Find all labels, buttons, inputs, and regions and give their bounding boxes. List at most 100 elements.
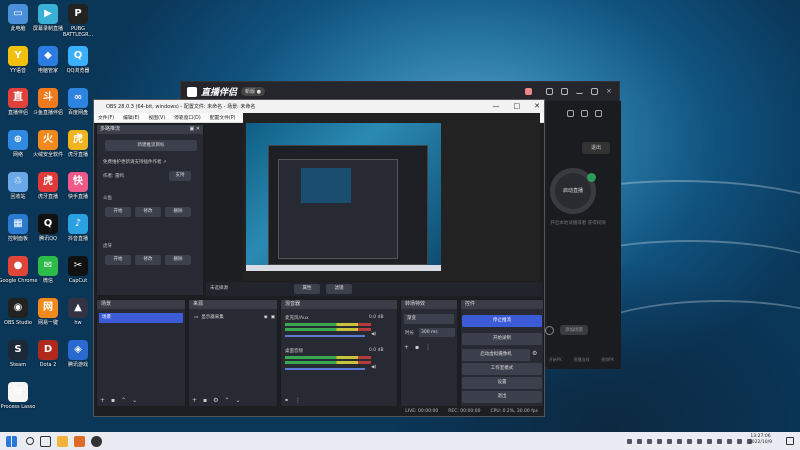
tray-icon[interactable] xyxy=(687,438,692,444)
transition-select[interactable]: 渐变 xyxy=(404,314,454,324)
scene-item[interactable]: 场景 xyxy=(99,313,183,323)
minimize-icon[interactable]: — xyxy=(493,100,500,113)
menu-edit[interactable]: 编辑(E) xyxy=(123,114,139,121)
avatar[interactable] xyxy=(525,88,532,95)
settings-gear-icon[interactable] xyxy=(545,325,554,335)
scenes-toolbar: + ▪ ⌃ ⌄ xyxy=(100,397,137,404)
desktop-icon[interactable]: 虎虎牙直播 xyxy=(58,130,98,158)
speaker-icon[interactable]: ◀) xyxy=(371,332,376,337)
task-view-icon[interactable] xyxy=(40,435,51,447)
menu-docks[interactable]: 停靠窗口(D) xyxy=(174,114,201,121)
group2-edit-button[interactable]: 修改 xyxy=(135,255,161,265)
eye-icon[interactable]: ◉ xyxy=(264,313,268,323)
live-tab-pk[interactable]: 开始PK xyxy=(549,357,562,363)
trash-icon[interactable]: ▪ xyxy=(111,397,115,404)
maximize-icon[interactable]: □ xyxy=(514,100,521,113)
gear-icon[interactable]: ⚙ xyxy=(213,397,218,404)
close-icon[interactable]: × xyxy=(606,88,613,95)
add-scene-button[interactable]: 添加场景 xyxy=(560,325,588,335)
gift-icon[interactable] xyxy=(594,110,602,117)
tray-icon[interactable] xyxy=(667,438,672,444)
message-icon[interactable] xyxy=(546,88,553,95)
mic-volume-slider[interactable] xyxy=(285,335,365,337)
group2-start-button[interactable]: 开始 xyxy=(105,255,131,265)
desktop-icon[interactable]: ♪ 抖音直播 xyxy=(58,214,98,242)
tray-icon[interactable] xyxy=(647,438,652,444)
window-icon[interactable] xyxy=(561,88,568,95)
start-virtual-camera-button[interactable]: 启动虚拟摄像机 xyxy=(462,349,530,361)
desktop-icon[interactable]: ◈ 腾讯游戏 xyxy=(58,340,98,368)
minimize-icon[interactable] xyxy=(576,90,583,94)
add-icon[interactable]: + xyxy=(404,344,409,351)
stop-streaming-button[interactable]: 停止推流 xyxy=(462,315,542,327)
link-icon[interactable]: ⚭ xyxy=(284,397,289,404)
more-icon[interactable]: ⋮ xyxy=(295,397,301,404)
search-icon[interactable] xyxy=(26,437,34,445)
dock-close-icon[interactable]: ▣ ✕ xyxy=(189,125,200,134)
filters-button[interactable]: 滤镜 xyxy=(326,284,352,294)
tray-icon[interactable] xyxy=(677,438,682,444)
app-icon: D xyxy=(38,340,58,360)
desktop-volume-slider[interactable] xyxy=(285,368,365,370)
desktop-icon[interactable]: ▲ hw xyxy=(58,298,98,326)
settings-button[interactable]: 设置 xyxy=(462,377,542,389)
start-live-button[interactable]: 启动直播 xyxy=(550,168,596,214)
group1-start-button[interactable]: 开始 xyxy=(105,207,131,217)
group2-delete-button[interactable]: 删除 xyxy=(165,255,191,265)
notification-icon[interactable] xyxy=(786,437,794,445)
add-icon[interactable]: + xyxy=(192,397,197,404)
more-icon[interactable]: ⋮ xyxy=(425,344,431,351)
desktop-icon[interactable]: Q QQ浏览器 xyxy=(58,46,98,74)
windows-start-icon[interactable] xyxy=(6,435,17,447)
exit-button[interactable]: 退出 xyxy=(462,391,542,403)
speaker-icon[interactable]: ◀) xyxy=(371,365,376,370)
menu-file[interactable]: 文件(F) xyxy=(98,114,114,121)
support-button[interactable]: 支持 xyxy=(169,171,191,181)
duration-input[interactable]: 300 ms xyxy=(419,328,455,337)
obs-taskbar-icon[interactable] xyxy=(91,435,102,447)
maximize-icon[interactable] xyxy=(591,88,598,95)
add-icon[interactable]: + xyxy=(100,397,105,404)
live-tab-connect[interactable]: 直播连线 xyxy=(573,357,589,363)
menu-profile[interactable]: 配置文件(P) xyxy=(210,114,236,121)
support-message[interactable]: 免费维护更新请支持插件作者 ↗ xyxy=(103,159,167,165)
tray-icon[interactable] xyxy=(727,438,732,444)
group1-edit-button[interactable]: 修改 xyxy=(135,207,161,217)
file-explorer-icon[interactable] xyxy=(57,435,68,447)
tray-icon[interactable] xyxy=(657,438,662,444)
desktop-icon[interactable]: ∞ 百度网盘 xyxy=(58,88,98,116)
up-icon[interactable]: ⌃ xyxy=(225,397,230,404)
desktop-icon[interactable]: ✂ CapCut xyxy=(58,256,98,284)
tray-icon[interactable] xyxy=(627,438,632,444)
share-icon[interactable] xyxy=(566,110,574,117)
down-icon[interactable]: ⌄ xyxy=(236,397,241,404)
start-recording-button[interactable]: 开始录制 xyxy=(462,333,542,345)
live-exit-button[interactable]: 退出 xyxy=(582,142,610,154)
studio-mode-button[interactable]: 工作室模式 xyxy=(462,363,542,375)
up-icon[interactable]: ⌃ xyxy=(121,397,126,404)
properties-button[interactable]: 属性 xyxy=(294,284,320,294)
tray-icon[interactable] xyxy=(717,438,722,444)
new-target-button[interactable]: 新建推流目标 xyxy=(105,140,197,151)
desktop-icon[interactable]: ▤ Process Lasso xyxy=(0,382,38,410)
wifi-icon[interactable] xyxy=(737,438,742,444)
menu-view[interactable]: 视图(V) xyxy=(148,114,165,121)
down-icon[interactable]: ⌄ xyxy=(132,397,137,404)
desktop-icon[interactable]: P PUBG BATTLEGR... xyxy=(58,4,98,38)
source-item[interactable]: ▭ 显示器采集 ◉ ▣ xyxy=(191,313,275,323)
desktop-icon[interactable]: 快快手直播 xyxy=(58,172,98,200)
live-tab-video-pk[interactable]: 视频PK xyxy=(601,357,614,363)
trash-icon[interactable]: ▪ xyxy=(203,397,207,404)
gear-icon[interactable]: ⚙ xyxy=(532,350,542,360)
tray-icon[interactable] xyxy=(707,438,712,444)
taskbar-clock[interactable]: 13:27:06 2022/10/9 xyxy=(749,434,772,446)
close-icon[interactable]: ✕ xyxy=(534,100,540,113)
tray-icon[interactable] xyxy=(697,438,702,444)
lock-icon[interactable]: ▣ xyxy=(271,313,275,323)
live-assistant-taskbar-icon[interactable] xyxy=(74,435,85,447)
bell-icon[interactable] xyxy=(580,110,588,117)
group1-delete-button[interactable]: 删除 xyxy=(165,207,191,217)
tray-icon[interactable] xyxy=(637,438,642,444)
version-badge[interactable]: 新版 ● xyxy=(241,87,265,96)
trash-icon[interactable]: ▪ xyxy=(415,344,419,351)
